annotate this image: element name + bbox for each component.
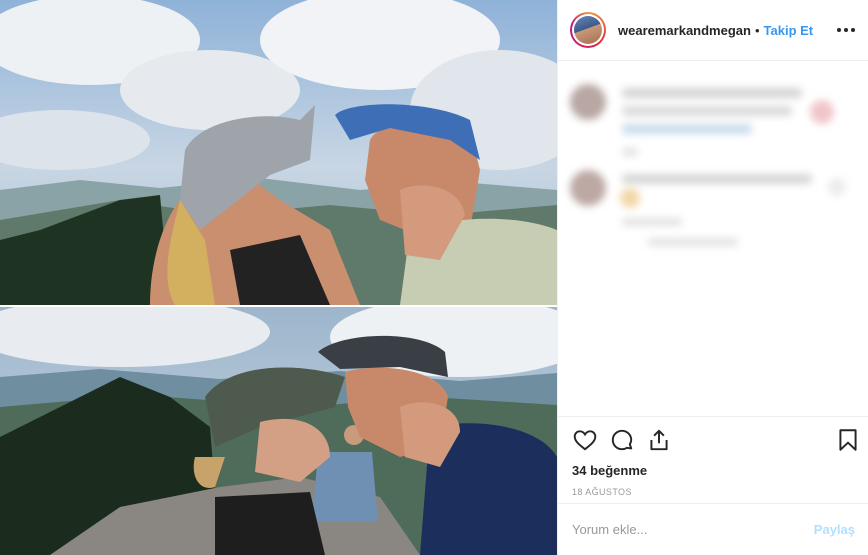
post-header: wearemarkandmegan • Takip Et bbox=[558, 0, 868, 61]
comment-emoji-icon bbox=[620, 188, 640, 208]
comment-avatar bbox=[570, 84, 606, 120]
photo-bottom bbox=[0, 307, 557, 555]
heart-icon[interactable] bbox=[572, 427, 598, 453]
comment-meta bbox=[648, 238, 738, 246]
story-ring[interactable] bbox=[570, 12, 606, 48]
comment-meta bbox=[622, 218, 682, 226]
action-icons bbox=[572, 427, 857, 457]
post-side-panel: wearemarkandmegan • Takip Et 34 beğenme … bbox=[557, 0, 868, 555]
like-count[interactable]: 34 beğenme bbox=[572, 463, 855, 478]
bookmark-icon[interactable] bbox=[835, 427, 861, 453]
post-actions: 34 beğenme 18 AĞUSTOS bbox=[558, 416, 868, 503]
comment-line bbox=[622, 174, 812, 184]
username-link[interactable]: wearemarkandmegan bbox=[618, 23, 751, 38]
comment-meta bbox=[622, 148, 638, 156]
post-media[interactable] bbox=[0, 0, 557, 555]
comments-area bbox=[558, 62, 868, 416]
avatar[interactable] bbox=[574, 16, 602, 44]
comment-bubble-icon[interactable] bbox=[609, 427, 635, 453]
separator-dot: • bbox=[754, 22, 760, 38]
comment-like-icon bbox=[828, 178, 846, 196]
comment-input[interactable] bbox=[572, 522, 814, 537]
follow-button[interactable]: Takip Et bbox=[764, 23, 814, 38]
more-options-icon[interactable] bbox=[837, 22, 855, 38]
post-date[interactable]: 18 AĞUSTOS bbox=[572, 487, 855, 497]
comment-form: Paylaş bbox=[558, 503, 868, 555]
photo-top bbox=[0, 0, 557, 305]
comment-heart-icon bbox=[810, 100, 834, 124]
comment-line bbox=[622, 124, 752, 134]
share-icon[interactable] bbox=[646, 427, 672, 453]
comment-line bbox=[622, 88, 802, 98]
comment-avatar bbox=[570, 170, 606, 206]
post-comment-button[interactable]: Paylaş bbox=[814, 522, 855, 537]
comment-line bbox=[622, 106, 792, 116]
